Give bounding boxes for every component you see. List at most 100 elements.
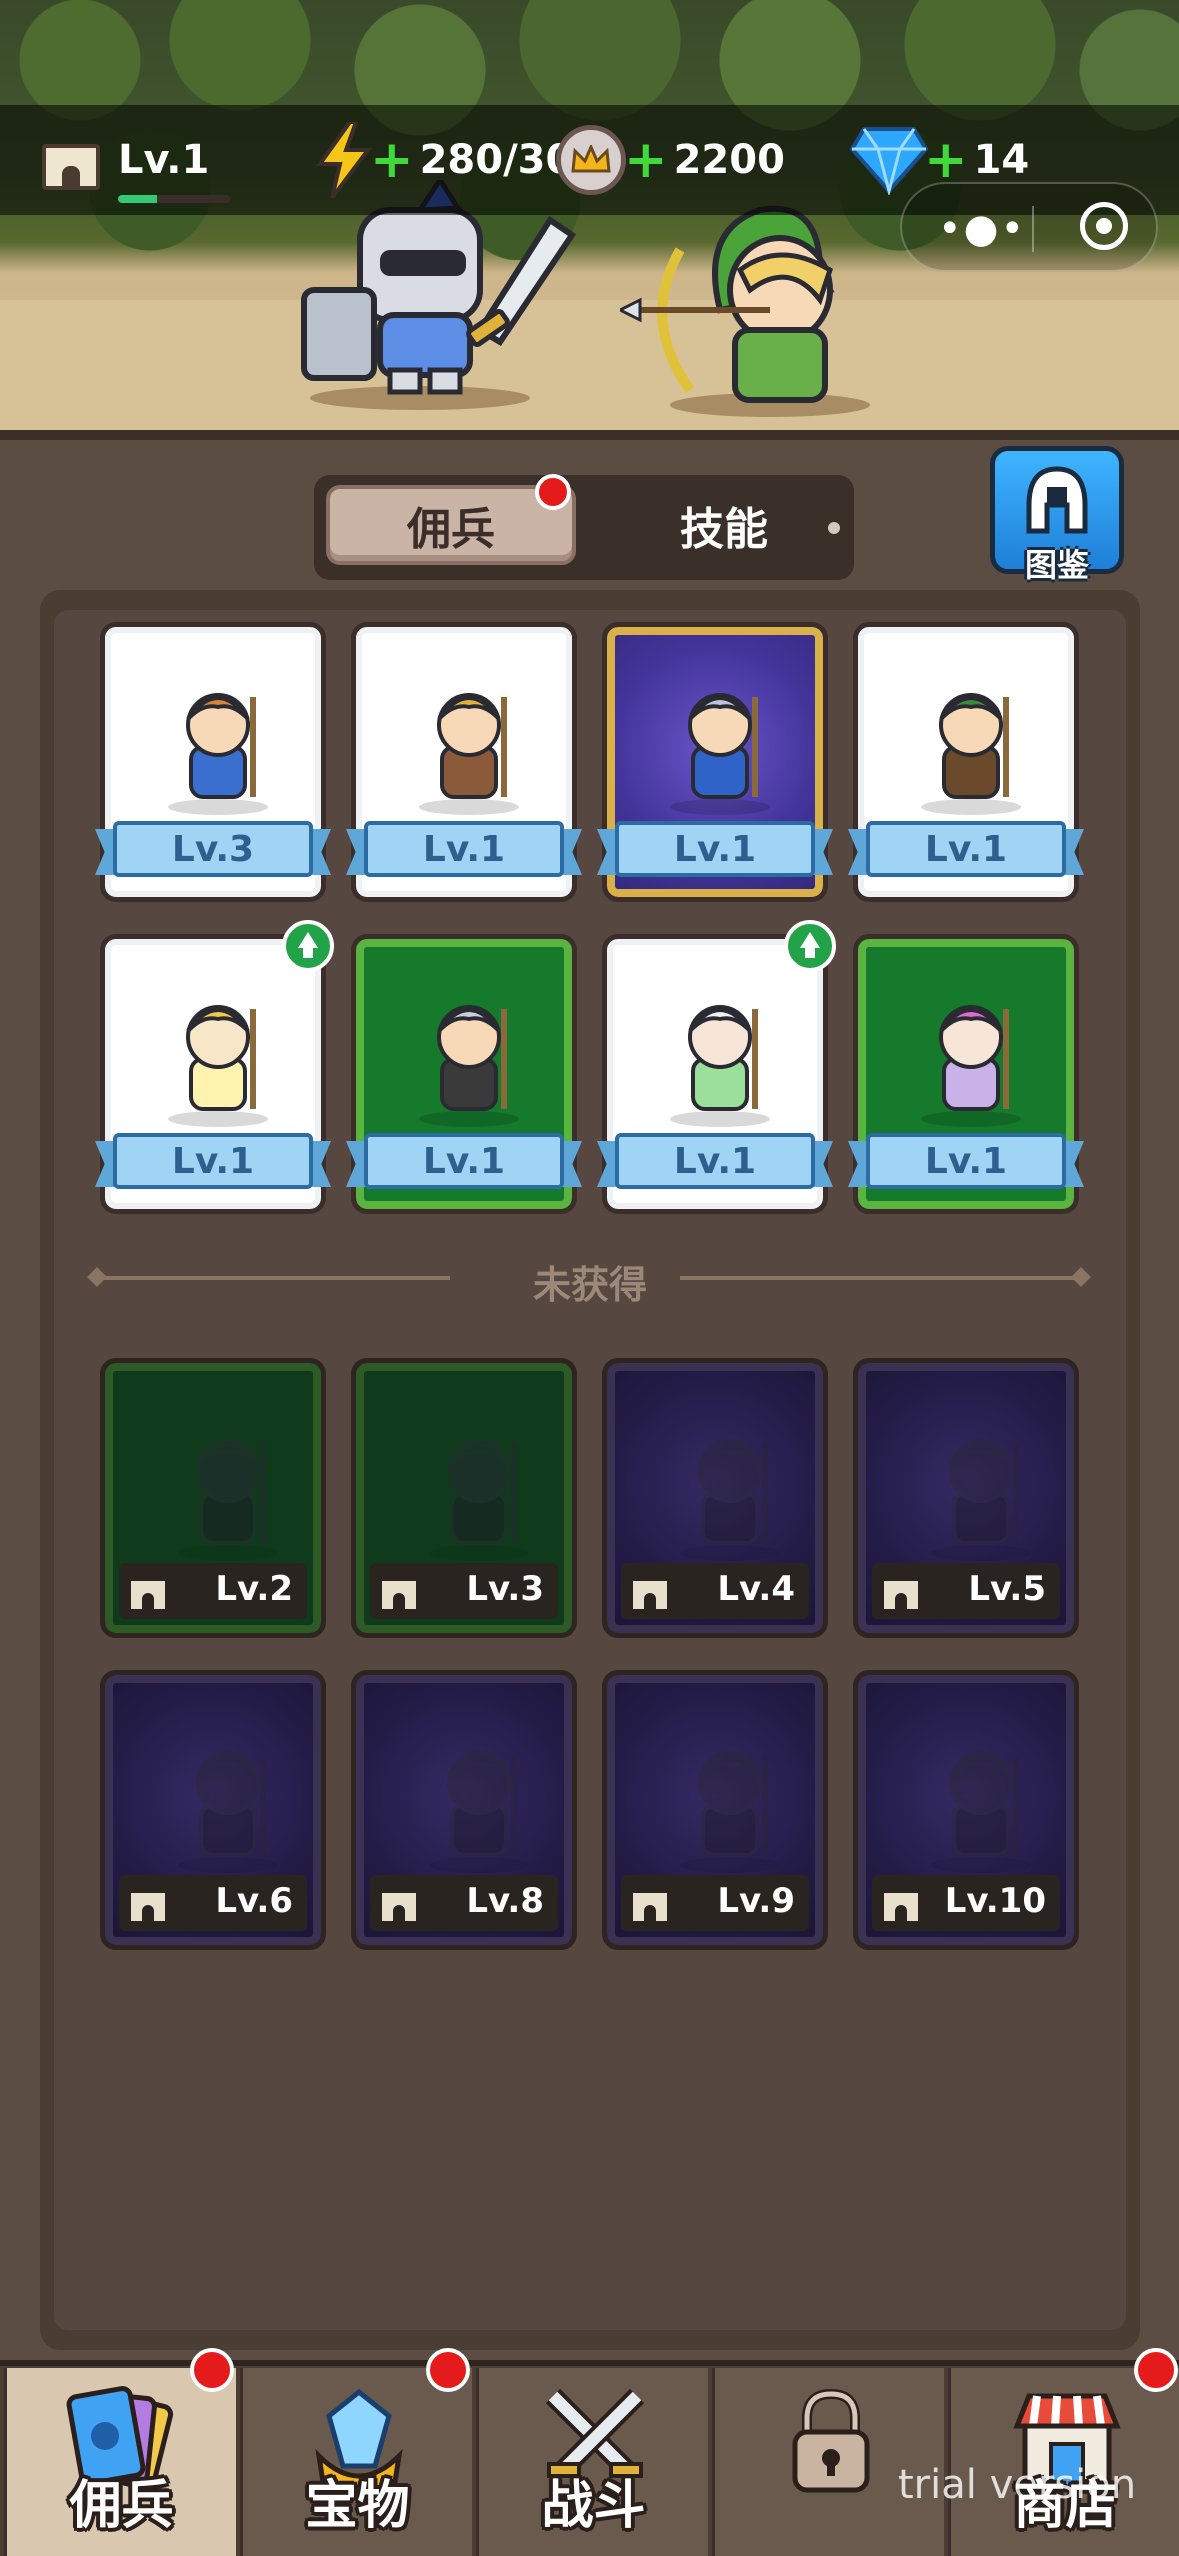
castle-tower-icon <box>131 1885 165 1921</box>
elf-archer-silhouette <box>163 1413 278 1561</box>
hero-card-paladin[interactable]: Lv.1 <box>597 622 833 902</box>
locked-hero-card-fire-mage[interactable]: Lv.4 <box>602 1358 828 1638</box>
upgrade-arrow-icon <box>282 920 334 972</box>
hero-card-healer[interactable]: Lv.1 <box>597 934 833 1214</box>
miniprogram-capsule: •●• <box>900 182 1158 272</box>
hero-level-label: Lv.1 <box>364 1133 564 1189</box>
castle-tower-icon <box>382 1885 416 1921</box>
crown-coin-icon <box>556 125 626 195</box>
unlock-requirement-bar: Lv.9 <box>621 1875 809 1931</box>
nav-notification-badge <box>426 2348 470 2392</box>
hero-card-cleric[interactable]: Lv.1 <box>848 934 1084 1214</box>
locked-hero-card-gunner[interactable]: Lv.9 <box>602 1670 828 1950</box>
castle-tower-icon <box>633 1573 667 1609</box>
locked-hero-card-elf-archer[interactable]: Lv.2 <box>100 1358 326 1638</box>
more-options-icon[interactable]: •●• <box>938 206 1026 252</box>
priestess-portrait <box>153 979 283 1129</box>
unlock-level-label: Lv.8 <box>466 1881 544 1921</box>
not-obtained-divider: 未获得 <box>87 1262 1091 1307</box>
fire-mage-silhouette <box>665 1413 780 1561</box>
nav-item-cards[interactable]: 佣兵 <box>4 2368 236 2556</box>
hero-card-swordsman[interactable]: Lv.1 <box>346 622 582 902</box>
farmer-portrait <box>153 667 283 817</box>
knight-portrait <box>404 979 534 1129</box>
unlock-level-label: Lv.4 <box>717 1569 795 1609</box>
locked-hero-card-warlock[interactable]: Lv.6 <box>100 1670 326 1950</box>
unlock-level-label: Lv.3 <box>466 1569 544 1609</box>
skills-tab-dot <box>828 522 840 534</box>
level-text: Lv.1 <box>118 137 210 183</box>
codex-label: 图鉴 <box>1024 546 1089 584</box>
gunner-silhouette <box>665 1725 780 1873</box>
castle-icon <box>40 130 102 190</box>
divider-line-right <box>680 1276 1078 1280</box>
locked-hero-card-lightning-mage[interactable]: Lv.3 <box>351 1358 577 1638</box>
unlock-requirement-bar: Lv.2 <box>119 1563 307 1619</box>
warlock-silhouette <box>163 1725 278 1873</box>
gems-value: 14 <box>973 137 1030 183</box>
elf-archer-character <box>620 205 870 417</box>
nav-notification-badge <box>190 2348 234 2392</box>
tab-skills[interactable]: 技能 <box>614 485 834 565</box>
close-target-icon[interactable] <box>1080 202 1128 250</box>
cleric-portrait <box>906 979 1036 1129</box>
nav-label: 战斗 <box>541 2476 646 2536</box>
level-ribbon: Lv.1 <box>95 1133 331 1189</box>
unlock-requirement-bar: Lv.6 <box>119 1875 307 1931</box>
unlock-level-label: Lv.2 <box>215 1569 293 1609</box>
locked-hero-card-assassin[interactable]: Lv.5 <box>853 1358 1079 1638</box>
assassin-silhouette <box>916 1413 1031 1561</box>
not-obtained-label: 未获得 <box>532 1263 647 1307</box>
locked-hero-card-sorceress[interactable]: Lv.8 <box>351 1670 577 1950</box>
lightning-mage-silhouette <box>414 1413 529 1561</box>
castle-tower-icon <box>131 1573 165 1609</box>
level-ribbon: Lv.1 <box>597 1133 833 1189</box>
nav-item-crystal[interactable]: 宝物 <box>240 2368 472 2556</box>
nav-label: 佣兵 <box>69 2476 174 2536</box>
unlock-requirement-bar: Lv.8 <box>370 1875 558 1931</box>
hero-level-label: Lv.1 <box>866 1133 1066 1189</box>
hero-level-label: Lv.1 <box>364 821 564 877</box>
castle-tower-icon <box>382 1573 416 1609</box>
energy-value: 280/30 <box>419 137 574 183</box>
hero-card-farmer[interactable]: Lv.3 <box>95 622 331 902</box>
add-coins-plus-icon[interactable]: + <box>624 134 668 186</box>
unlock-requirement-bar: Lv.10 <box>872 1875 1060 1931</box>
lightning-icon <box>316 120 372 200</box>
level-progress-bar <box>118 195 230 203</box>
capsule-divider <box>1032 206 1034 252</box>
level-ribbon: Lv.1 <box>346 1133 582 1189</box>
coins-value: 2200 <box>673 137 785 183</box>
level-block: Lv.1 <box>118 137 230 203</box>
unlock-requirement-bar: Lv.3 <box>370 1563 558 1619</box>
energy-counter[interactable]: + 280/30 <box>316 105 573 215</box>
swordsman-portrait <box>404 667 534 817</box>
trial-version-watermark: trial version <box>898 2462 1137 2508</box>
castle-tower-icon <box>884 1885 918 1921</box>
divider-line-left <box>100 1276 450 1280</box>
level-ribbon: Lv.1 <box>848 821 1084 877</box>
level-ribbon: Lv.1 <box>346 821 582 877</box>
castle-tower-icon <box>884 1573 918 1609</box>
unlock-level-label: Lv.10 <box>944 1881 1046 1921</box>
hero-level-label: Lv.1 <box>615 821 815 877</box>
add-energy-plus-icon[interactable]: + <box>370 134 414 186</box>
diamond-icon <box>849 125 929 197</box>
hero-card-priestess[interactable]: Lv.1 <box>95 934 331 1214</box>
unlock-level-label: Lv.6 <box>215 1881 293 1921</box>
nav-notification-badge <box>1134 2348 1178 2392</box>
level-ribbon: Lv.3 <box>95 821 331 877</box>
hero-level-label: Lv.3 <box>113 821 313 877</box>
castle-level[interactable]: Lv.1 <box>40 105 230 215</box>
sorceress-silhouette <box>414 1725 529 1873</box>
hero-card-knight[interactable]: Lv.1 <box>346 934 582 1214</box>
upgrade-arrow-icon <box>784 920 836 972</box>
hero-card-archer[interactable]: Lv.1 <box>848 622 1084 902</box>
archer-portrait <box>906 667 1036 817</box>
coin-counter[interactable]: + 2200 <box>556 105 785 215</box>
nav-item-crossed-swords[interactable]: 战斗 <box>476 2368 708 2556</box>
locked-hero-card-dwarf-guardian[interactable]: Lv.10 <box>853 1670 1079 1950</box>
healer-portrait <box>655 979 785 1129</box>
add-gems-plus-icon[interactable]: + <box>924 134 968 186</box>
padlock-icon <box>771 2386 891 2496</box>
